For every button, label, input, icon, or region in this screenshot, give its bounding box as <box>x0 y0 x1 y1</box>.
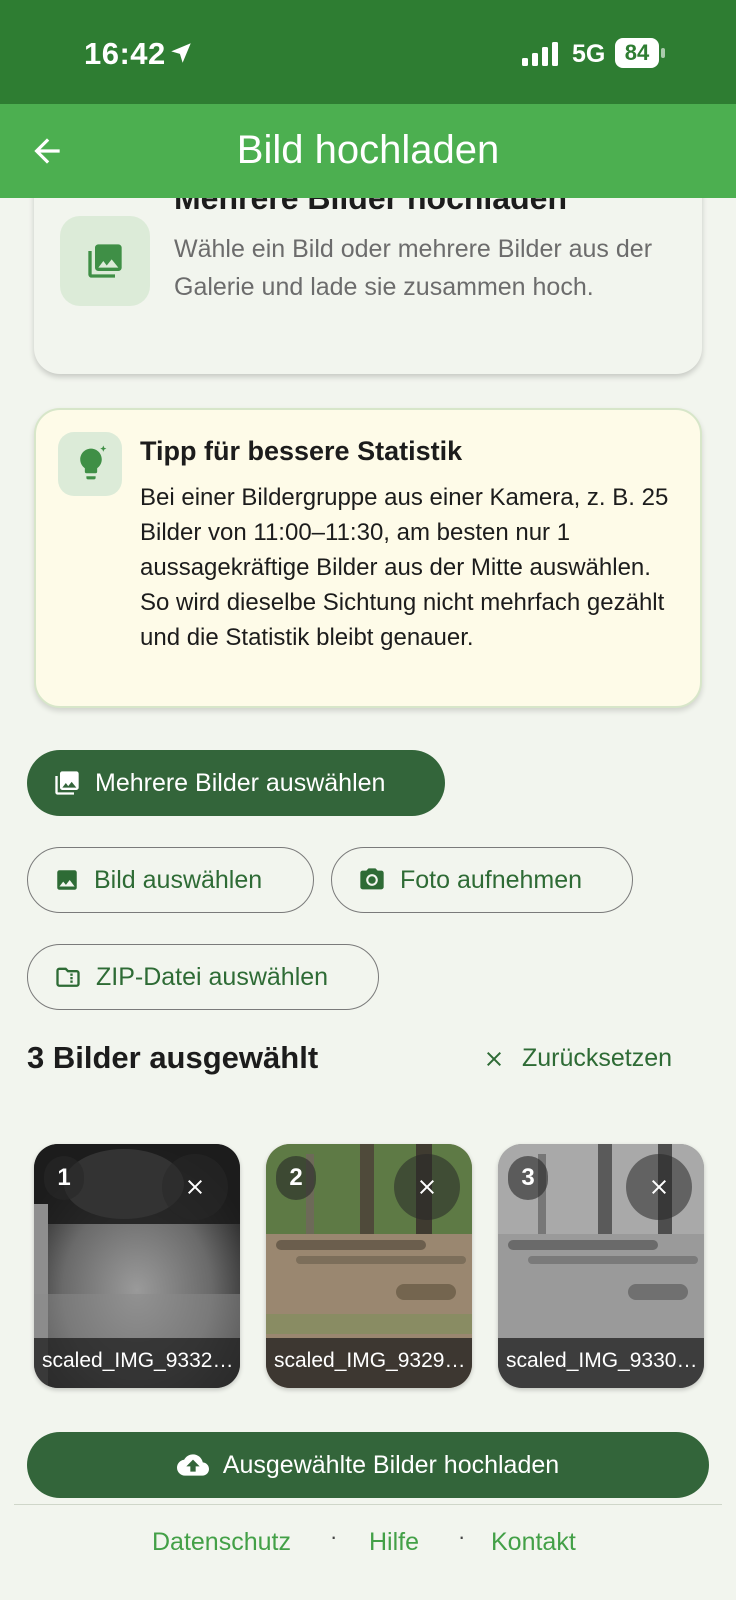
select-multiple-label: Mehrere Bilder auswählen <box>95 768 386 797</box>
photo-library-icon <box>88 244 122 278</box>
take-photo-button[interactable]: Foto aufnehmen <box>331 847 633 913</box>
cloud-upload-icon <box>176 1454 209 1476</box>
upload-selected-label: Ausgewählte Bilder hochladen <box>222 1450 560 1479</box>
remove-image-button[interactable] <box>626 1154 692 1220</box>
gallery-icon-box <box>60 216 150 306</box>
image-number: 2 <box>276 1156 316 1200</box>
reset-button[interactable]: Zurücksetzen <box>482 1044 672 1073</box>
image-number: 3 <box>508 1156 548 1200</box>
select-image-label: Bild auswählen <box>94 865 263 894</box>
network-type: 5G <box>572 40 606 68</box>
image-number: 1 <box>44 1156 84 1200</box>
reset-label: Zurücksetzen <box>522 1044 673 1072</box>
tip-icon-box <box>58 432 122 496</box>
scroll-content[interactable]: Mehrere Bilder hochladen Wähle ein Bild … <box>0 198 736 1600</box>
select-zip-button[interactable]: ZIP-Datei auswählen <box>27 944 379 1010</box>
folder-zip-icon <box>56 967 80 987</box>
multi-upload-title: Mehrere Bilder hochladen <box>174 198 567 216</box>
take-photo-label: Foto aufnehmen <box>400 865 583 894</box>
selection-count: 3 Bilder ausgewählt <box>27 1040 319 1075</box>
footer-separator: · <box>330 1524 338 1549</box>
cellular-signal-icon <box>522 42 558 66</box>
selected-image-3[interactable]: 3 scaled_IMG_9330… <box>498 1144 704 1388</box>
footer-separator: · <box>458 1524 466 1549</box>
page-title: Bild hochladen <box>236 128 500 172</box>
select-zip-label: ZIP-Datei auswählen <box>96 962 329 991</box>
close-icon <box>652 1180 666 1194</box>
tip-title: Tipp für bessere Statistik <box>140 436 463 466</box>
close-icon <box>188 1180 202 1194</box>
close-icon <box>487 1051 501 1066</box>
remove-image-button[interactable] <box>162 1154 228 1220</box>
selected-image-1[interactable]: 1 scaled_IMG_9332… <box>34 1144 240 1388</box>
footer-link-privacy[interactable]: Datenschutz <box>152 1528 291 1557</box>
battery-icon: 84 <box>615 38 665 68</box>
battery-level: 84 <box>615 38 659 68</box>
footer-divider <box>14 1504 722 1505</box>
select-multiple-button[interactable]: Mehrere Bilder auswählen <box>27 750 445 816</box>
footer-link-help[interactable]: Hilfe <box>369 1528 419 1557</box>
app-bar: Bild hochladen <box>0 104 736 198</box>
selected-image-2[interactable]: 2 scaled_IMG_9329… <box>266 1144 472 1388</box>
photo-library-icon <box>55 771 79 795</box>
image-icon <box>57 870 77 890</box>
close-icon <box>420 1180 434 1194</box>
footer-link-contact[interactable]: Kontakt <box>491 1528 576 1557</box>
location-arrow-icon <box>171 43 191 63</box>
multi-upload-description: Wähle ein Bild oder mehrere Bilder aus d… <box>174 235 653 301</box>
camera-icon <box>360 868 384 890</box>
tip-body: Bei einer Bildergruppe aus einer Kamera,… <box>140 484 669 651</box>
upload-selected-button[interactable]: Ausgewählte Bilder hochladen <box>27 1432 709 1498</box>
image-filename: scaled_IMG_9329… <box>266 1338 472 1388</box>
lightbulb-icon <box>80 445 107 480</box>
remove-image-button[interactable] <box>394 1154 460 1220</box>
status-bar: 16:42 5G 84 <box>0 0 736 104</box>
tip-card: Tipp für bessere Statistik Bei einer Bil… <box>34 408 702 708</box>
select-image-button[interactable]: Bild auswählen <box>27 847 314 913</box>
image-filename: scaled_IMG_9332… <box>34 1338 240 1388</box>
multi-upload-card: Mehrere Bilder hochladen Wähle ein Bild … <box>34 198 702 374</box>
status-time: 16:42 <box>84 36 166 71</box>
image-filename: scaled_IMG_9330… <box>498 1338 704 1388</box>
